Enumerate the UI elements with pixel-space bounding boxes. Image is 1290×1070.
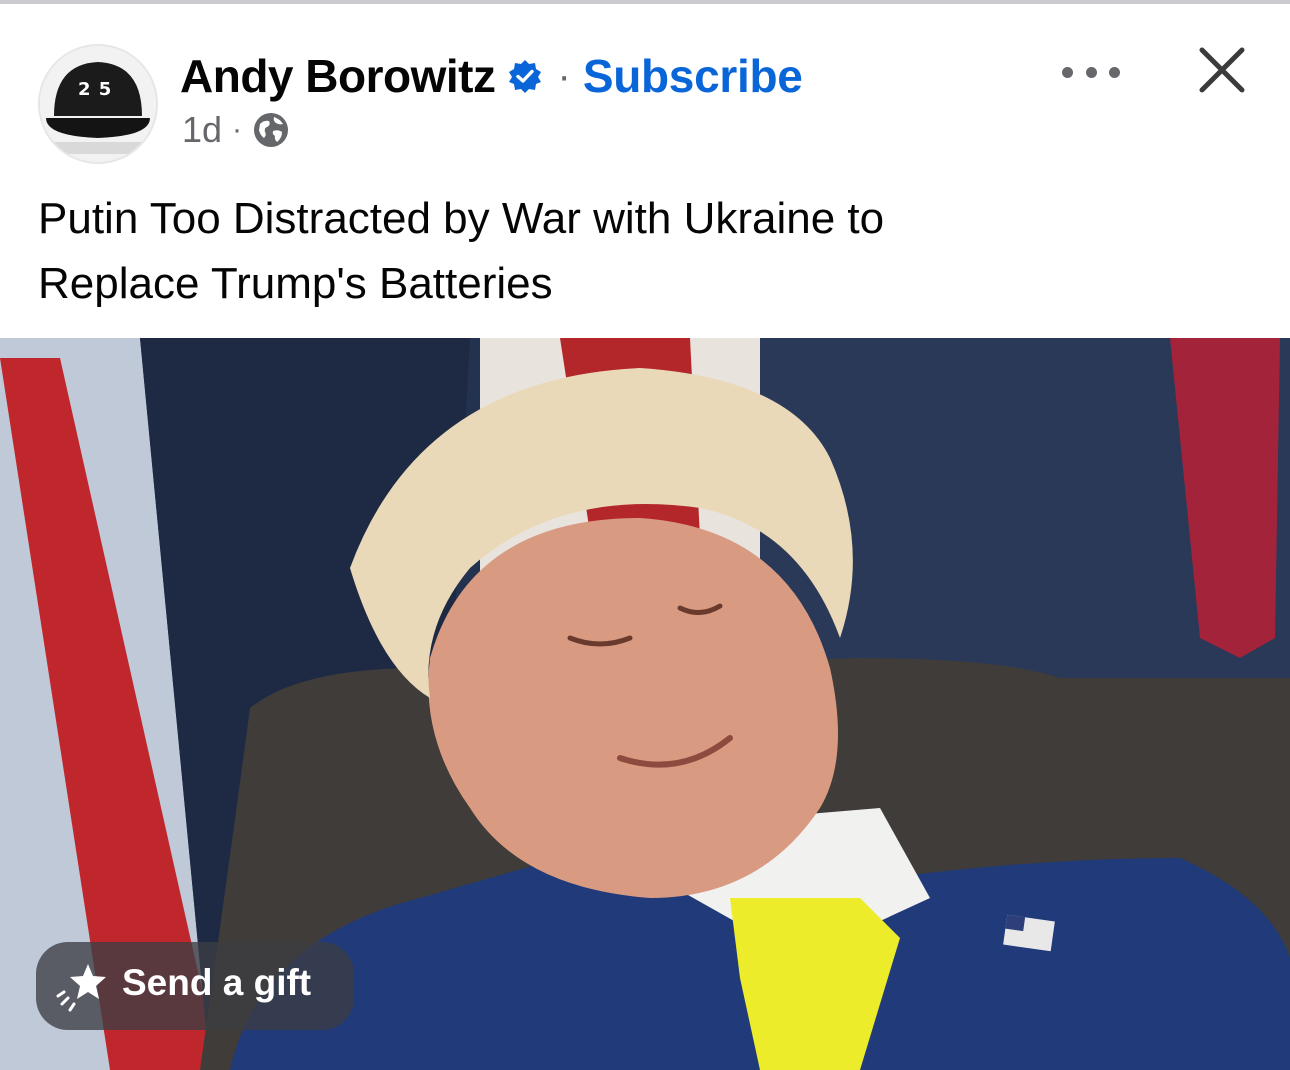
separator-dot: · (557, 54, 571, 98)
subscribe-link[interactable]: Subscribe (583, 49, 803, 103)
meta-separator-dot: · (232, 113, 243, 146)
avatar-cap-text: 2 5 (78, 79, 113, 100)
send-gift-label: Send a gift (122, 962, 312, 1003)
more-options-icon[interactable] (1062, 62, 1120, 82)
post-text-line: Putin Too Distracted by War with Ukraine… (38, 194, 885, 243)
top-divider (0, 0, 1290, 4)
close-icon[interactable] (1196, 44, 1248, 96)
post-timestamp[interactable]: 1d (182, 109, 222, 151)
gift-sparkle-icon (56, 964, 106, 1012)
author-avatar[interactable]: 2 5 (38, 44, 158, 164)
author-line: Andy Borowitz · Subscribe (180, 48, 803, 104)
author-name[interactable]: Andy Borowitz (180, 49, 496, 103)
more-dot (1085, 66, 1097, 78)
send-gift-button[interactable]: Send a gift (36, 942, 354, 1030)
verified-badge-icon (509, 60, 542, 93)
post-text-line: Replace Trump's Batteries (38, 259, 553, 308)
more-dot (1062, 66, 1073, 78)
post-meta: 1d · (182, 108, 290, 152)
more-dot (1109, 66, 1120, 78)
globe-icon (254, 113, 289, 147)
post-text: Putin Too Distracted by War with Ukraine… (38, 186, 1248, 316)
